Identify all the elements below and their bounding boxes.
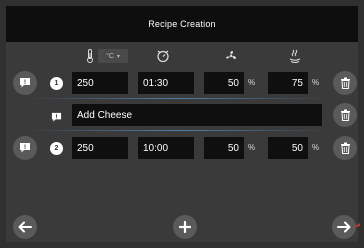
thermometer-icon bbox=[84, 48, 96, 64]
step-1-delete-button[interactable] bbox=[333, 71, 357, 95]
step-2-fan-input[interactable]: 50 bbox=[204, 137, 244, 159]
step-1-time-input[interactable]: 01:30 bbox=[138, 72, 194, 94]
trash-icon bbox=[340, 109, 350, 121]
divider bbox=[24, 98, 330, 99]
step-2-number: 2 bbox=[54, 145, 59, 152]
step-1-temperature-value: 250 bbox=[77, 77, 94, 89]
note-icon bbox=[51, 110, 62, 128]
step-2-note-button[interactable] bbox=[13, 136, 37, 160]
step-2-delete-button[interactable] bbox=[333, 136, 357, 160]
step-1-number-badge: 1 bbox=[50, 77, 63, 90]
step-2-humidity-unit: % bbox=[312, 143, 320, 152]
step-1-fan-value: 50 bbox=[227, 77, 239, 89]
divider bbox=[24, 130, 330, 131]
title-bar: Recipe Creation bbox=[6, 6, 358, 42]
step-2-temperature-value: 250 bbox=[77, 142, 94, 154]
trash-icon bbox=[340, 142, 350, 154]
timer-icon bbox=[155, 48, 171, 64]
comment-icon bbox=[20, 143, 30, 153]
trash-icon bbox=[340, 77, 350, 89]
steam-icon bbox=[287, 48, 303, 64]
note-delete-button[interactable] bbox=[333, 103, 357, 127]
step-1-fan-unit: % bbox=[248, 78, 256, 87]
step-2-time-value: 10:00 bbox=[143, 142, 169, 154]
step-1-number: 1 bbox=[54, 80, 59, 87]
note-text: Add Cheese bbox=[77, 109, 133, 121]
step-2-fan-value: 50 bbox=[227, 142, 239, 154]
step-1-fan-input[interactable]: 50 bbox=[204, 72, 244, 94]
chevron-down-icon: ▾ bbox=[116, 53, 120, 60]
step-1-humidity-input[interactable]: 75 bbox=[268, 72, 308, 94]
red-marker bbox=[352, 218, 360, 228]
step-2-fan-unit: % bbox=[248, 143, 256, 152]
arrow-right-icon bbox=[337, 221, 351, 233]
step-1-humidity-unit: % bbox=[312, 78, 320, 87]
step-2-humidity-input[interactable]: 50 bbox=[268, 137, 308, 159]
step-1-time-value: 01:30 bbox=[143, 77, 169, 89]
step-2-time-input[interactable]: 10:00 bbox=[138, 137, 194, 159]
page-title: Recipe Creation bbox=[148, 19, 216, 29]
arrow-left-icon bbox=[18, 221, 32, 233]
plus-icon bbox=[179, 221, 191, 233]
comment-icon bbox=[20, 78, 30, 88]
temperature-unit-value: °C bbox=[106, 52, 114, 60]
step-2-number-badge: 2 bbox=[50, 142, 63, 155]
step-2-humidity-value: 50 bbox=[291, 142, 303, 154]
step-1-temperature-input[interactable]: 250 bbox=[72, 72, 128, 94]
add-step-button[interactable] bbox=[173, 215, 197, 239]
fan-icon bbox=[223, 48, 239, 64]
step-1-note-button[interactable] bbox=[13, 71, 37, 95]
note-input[interactable]: Add Cheese bbox=[72, 104, 322, 126]
step-2-temperature-input[interactable]: 250 bbox=[72, 137, 128, 159]
temperature-unit-select[interactable]: °C ▾ bbox=[98, 49, 128, 63]
back-button[interactable] bbox=[13, 215, 37, 239]
step-1-humidity-value: 75 bbox=[291, 77, 303, 89]
